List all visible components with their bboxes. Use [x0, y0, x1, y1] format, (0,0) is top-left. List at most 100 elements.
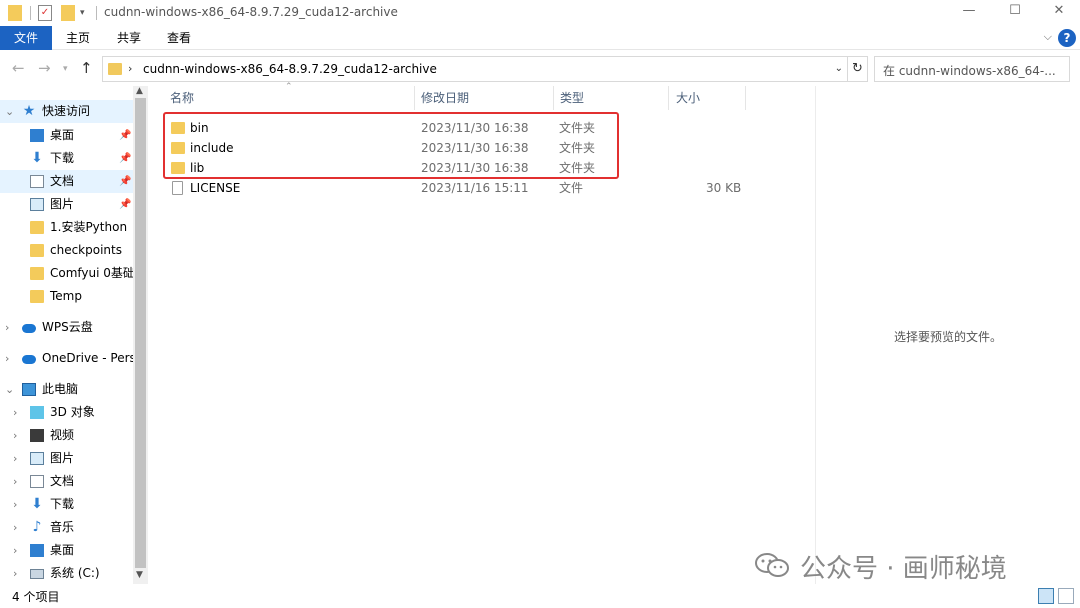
tab-file[interactable]: 文件 — [0, 26, 52, 50]
sidebar-item-this-pc[interactable]: ⌄ 此电脑 — [0, 378, 133, 401]
column-header-size[interactable]: 大小 — [676, 86, 700, 110]
folder-icon — [30, 290, 44, 303]
column-divider[interactable] — [668, 86, 669, 110]
title-bar: ✓ ▾ cudnn-windows-x86_64-8.9.7.29_cuda12… — [0, 0, 1080, 26]
pin-icon[interactable]: 📌 — [119, 170, 131, 193]
desktop-icon — [30, 544, 44, 557]
picture-icon — [30, 198, 44, 211]
ribbon-tabs: 文件 主页 共享 查看 ⌵ ? — [0, 26, 1080, 50]
recent-locations-icon[interactable]: ▾ — [63, 64, 68, 74]
sidebar-item-onedrive[interactable]: › OneDrive - Personal — [0, 347, 133, 370]
sidebar-item-label: 视频 — [50, 428, 75, 442]
item-count: 4 个项目 — [12, 590, 60, 604]
up-arrow-icon[interactable]: ↑ — [80, 59, 93, 77]
folder-icon — [30, 221, 44, 234]
expand-chevron-icon[interactable]: › — [13, 493, 17, 516]
sidebar-item-videos[interactable]: › 视频 — [0, 424, 133, 447]
large-icons-view-icon[interactable] — [1058, 588, 1074, 604]
expand-chevron-icon[interactable]: › — [13, 447, 17, 470]
file-row[interactable]: LICENSE 2023/11/16 15:11 文件 30 KB — [163, 178, 745, 198]
scroll-down-icon[interactable]: ▼ — [136, 570, 143, 580]
expand-chevron-icon[interactable]: › — [13, 424, 17, 447]
column-divider[interactable] — [553, 86, 554, 110]
tab-view[interactable]: 查看 — [157, 26, 201, 50]
sidebar-item-pc-documents[interactable]: › 文档 — [0, 470, 133, 493]
column-header-name[interactable]: 名称 — [170, 86, 194, 110]
properties-icon[interactable]: ✓ — [38, 5, 52, 21]
column-divider[interactable] — [745, 86, 746, 110]
tab-share[interactable]: 共享 — [107, 26, 151, 50]
sidebar-item-label: 文档 — [50, 174, 75, 188]
sidebar-item-checkpoints[interactable]: checkpoints — [0, 239, 133, 262]
expand-chevron-icon[interactable]: › — [5, 347, 9, 370]
sidebar-item-downloads[interactable]: ⬇ 下载 📌 — [0, 147, 133, 170]
drive-icon — [30, 569, 44, 579]
pin-icon[interactable]: 📌 — [119, 124, 131, 147]
expand-chevron-icon[interactable]: › — [13, 539, 17, 562]
onedrive-icon — [22, 355, 36, 364]
search-input[interactable]: 在 cudnn-windows-x86_64-... — [874, 56, 1070, 82]
window-title: cudnn-windows-x86_64-8.9.7.29_cuda12-arc… — [104, 5, 398, 19]
sidebar-item-desktop[interactable]: 桌面 📌 — [0, 124, 133, 147]
sidebar-item-label: OneDrive - Personal — [42, 351, 133, 365]
star-icon: ★ — [22, 103, 36, 119]
sidebar-item-label: 快速访问 — [42, 104, 91, 118]
address-bar[interactable]: › cudnn-windows-x86_64-8.9.7.29_cuda12-a… — [102, 56, 848, 82]
expand-chevron-icon[interactable]: › — [5, 316, 9, 339]
sidebar-item-music[interactable]: › ♪ 音乐 — [0, 516, 133, 539]
sidebar-item-label: Temp — [50, 289, 82, 303]
pin-icon[interactable]: 📌 — [119, 193, 131, 216]
sidebar-item-quick-access[interactable]: ⌄ ★ 快速访问 — [0, 100, 133, 123]
minimize-button[interactable]: — — [946, 0, 992, 24]
new-folder-icon[interactable] — [61, 5, 75, 21]
navigation-pane: ⌄ ★ 快速访问 桌面 📌 ⬇ 下载 📌 文档 📌 图片 📌 1.安装Pytho… — [0, 100, 148, 584]
sidebar-item-label: Comfyui 0基础入 — [50, 266, 133, 280]
expand-chevron-icon[interactable]: › — [13, 516, 17, 539]
collapse-chevron-icon[interactable]: ⌄ — [5, 100, 14, 123]
sidebar-item-label: 桌面 — [50, 543, 75, 557]
sidebar-item-label: 下载 — [50, 497, 75, 511]
sidebar-item-pictures[interactable]: 图片 📌 — [0, 193, 133, 216]
close-button[interactable]: ✕ — [1036, 0, 1080, 24]
sidebar-item-label: 1.安装Python — [50, 220, 128, 234]
download-icon: ⬇ — [31, 496, 43, 512]
details-view-icon[interactable] — [1038, 588, 1054, 604]
sidebar-item-temp[interactable]: Temp — [0, 285, 133, 308]
refresh-icon[interactable]: ↻ — [848, 56, 868, 82]
column-header-date[interactable]: 修改日期 — [421, 86, 469, 110]
column-divider[interactable] — [414, 86, 415, 110]
breadcrumb-path[interactable]: cudnn-windows-x86_64-8.9.7.29_cuda12-arc… — [143, 62, 437, 76]
scrollbar-thumb[interactable] — [135, 98, 146, 568]
expand-chevron-icon[interactable]: › — [13, 562, 17, 584]
collapse-chevron-icon[interactable]: ⌄ — [5, 378, 14, 401]
sidebar-item-install-python[interactable]: 1.安装Python — [0, 216, 133, 239]
sidebar-item-documents[interactable]: 文档 📌 — [0, 170, 133, 193]
explorer-window: ✓ ▾ cudnn-windows-x86_64-8.9.7.29_cuda12… — [0, 0, 1080, 608]
column-header-type[interactable]: 类型 — [560, 86, 584, 110]
expand-chevron-icon[interactable]: › — [13, 401, 17, 424]
file-icon — [172, 181, 183, 195]
sidebar-item-comfyui[interactable]: Comfyui 0基础入 — [0, 262, 133, 285]
chevron-down-icon[interactable]: ⌄ — [835, 63, 843, 74]
sidebar-item-label: 此电脑 — [42, 382, 79, 396]
music-icon: ♪ — [32, 519, 42, 535]
file-name: LICENSE — [190, 181, 241, 195]
sidebar-item-pc-pictures[interactable]: › 图片 — [0, 447, 133, 470]
sidebar-item-wps-cloud[interactable]: › WPS云盘 — [0, 316, 133, 339]
back-arrow-icon[interactable]: ← — [12, 59, 25, 77]
maximize-button[interactable]: ☐ — [992, 0, 1038, 24]
sidebar-item-pc-downloads[interactable]: › ⬇ 下载 — [0, 493, 133, 516]
pin-icon[interactable]: 📌 — [119, 147, 131, 170]
nav-scrollbar[interactable]: ▲ ▼ — [133, 86, 148, 584]
tab-home[interactable]: 主页 — [56, 26, 100, 50]
forward-arrow-icon[interactable]: → — [38, 59, 51, 77]
customize-toolbar-icon[interactable]: ▾ — [80, 5, 90, 21]
sidebar-item-3d-objects[interactable]: › 3D 对象 — [0, 401, 133, 424]
expand-chevron-icon[interactable]: › — [13, 470, 17, 493]
sidebar-item-drive-c[interactable]: › 系统 (C:) — [0, 562, 133, 584]
breadcrumb-chevron-icon[interactable]: › — [128, 62, 132, 75]
help-button[interactable]: ? — [1058, 29, 1076, 47]
chevron-down-icon[interactable]: ⌵ — [1044, 30, 1052, 44]
sidebar-item-pc-desktop[interactable]: › 桌面 — [0, 539, 133, 562]
scroll-up-icon[interactable]: ▲ — [136, 86, 143, 96]
